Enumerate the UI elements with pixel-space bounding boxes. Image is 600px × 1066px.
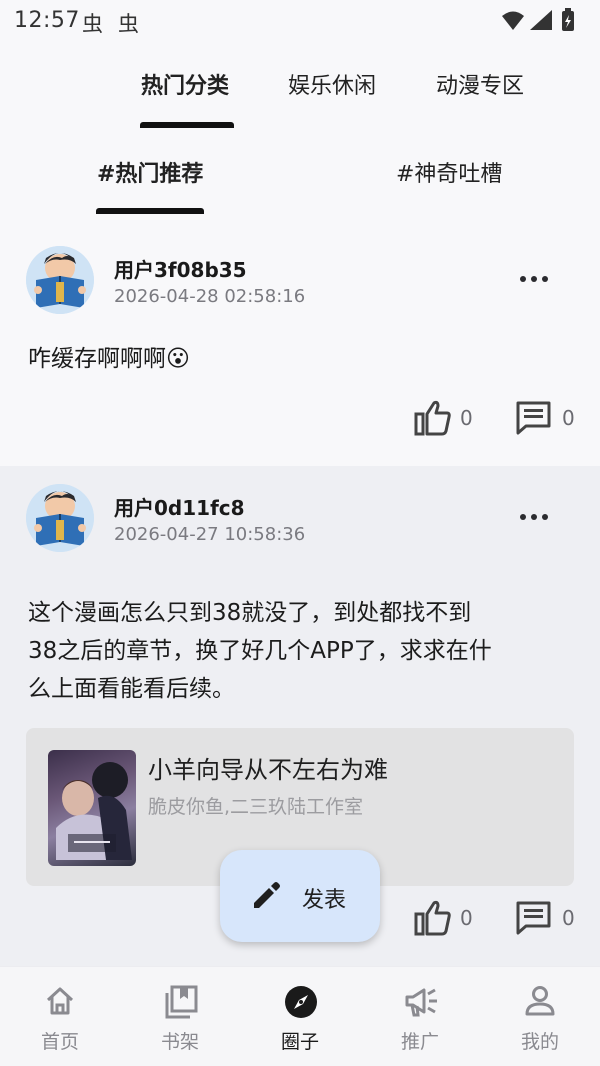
more-icon[interactable] <box>514 504 554 530</box>
post-time: 2026-04-27 10:58:36 <box>114 524 306 545</box>
username[interactable]: 用户0d11fc8 <box>114 492 245 521</box>
book-cover <box>48 750 136 866</box>
nav-profile[interactable]: 我的 <box>480 967 600 1066</box>
post-text: 这个漫画怎么只到38就没了，到处都找不到 38之后的章节，换了好几个APP了，求… <box>28 600 492 702</box>
avatar[interactable] <box>26 246 94 314</box>
notification-icon: 虫 <box>82 12 103 36</box>
pencil-icon <box>254 882 280 908</box>
reader-avatar-icon <box>26 484 94 552</box>
signal-icon <box>530 10 552 30</box>
bookshelf-icon <box>165 985 198 1019</box>
tab-anime[interactable]: 动漫专区 <box>436 68 524 100</box>
thumbs-up-icon <box>414 900 451 936</box>
nav-circle[interactable]: 圈子 <box>240 967 360 1066</box>
like-count: 0 <box>460 906 473 930</box>
compass-icon <box>285 986 317 1018</box>
comment-icon <box>516 401 551 435</box>
post-text: 咋缓存啊啊啊😮 <box>28 346 190 372</box>
more-icon[interactable] <box>514 266 554 292</box>
book-author: 脆皮你鱼,二三玖陆工作室 <box>148 796 364 818</box>
post-card[interactable]: 用户3f08b35 2026-04-28 02:58:16 咋缓存啊啊啊😮 0 … <box>0 228 600 466</box>
nav-home[interactable]: 首页 <box>0 967 120 1066</box>
thumbs-up-icon <box>414 400 451 436</box>
tab-rant[interactable]: #神奇吐槽 <box>396 156 502 188</box>
shocked-emoji-icon: 😮 <box>166 346 190 372</box>
like-button[interactable]: 0 <box>414 400 494 440</box>
category-tabs: 热门分类 娱乐休闲 动漫专区 <box>0 56 600 130</box>
notification-icon: 虫 <box>118 12 139 36</box>
status-bar: 12:57 虫 虫 <box>0 0 600 44</box>
topic-tabs: #热门推荐 #神奇吐槽 <box>0 140 600 216</box>
like-button[interactable]: 0 <box>414 900 494 940</box>
comment-count: 0 <box>562 906 575 930</box>
nav-bookshelf[interactable]: 书架 <box>120 967 240 1066</box>
tab-hot-category[interactable]: 热门分类 <box>141 68 229 100</box>
home-icon <box>46 987 74 1015</box>
reader-avatar-icon <box>26 246 94 314</box>
username[interactable]: 用户3f08b35 <box>114 254 247 283</box>
wifi-icon <box>502 11 524 30</box>
comment-button[interactable]: 0 <box>516 900 586 940</box>
megaphone-icon <box>405 988 437 1017</box>
comment-button[interactable]: 0 <box>516 400 586 440</box>
profile-icon <box>525 986 555 1016</box>
active-subtab-indicator <box>96 208 204 214</box>
publish-button[interactable]: 发表 <box>220 850 380 942</box>
avatar[interactable] <box>26 484 94 552</box>
book-title: 小羊向导从不左右为难 <box>148 756 388 784</box>
status-time: 12:57 <box>14 8 80 33</box>
tab-entertainment[interactable]: 娱乐休闲 <box>288 68 376 100</box>
nav-promote[interactable]: 推广 <box>360 967 480 1066</box>
comment-count: 0 <box>562 406 575 430</box>
like-count: 0 <box>460 406 473 430</box>
bottom-navigation: 首页 书架 圈子 推广 我的 <box>0 966 600 1066</box>
tab-hot-recommend[interactable]: #热门推荐 <box>97 156 203 188</box>
cover-illustration <box>56 762 132 860</box>
comment-icon <box>516 901 551 935</box>
system-status-icons <box>502 8 574 31</box>
active-tab-indicator <box>140 122 234 128</box>
post-time: 2026-04-28 02:58:16 <box>114 286 306 307</box>
